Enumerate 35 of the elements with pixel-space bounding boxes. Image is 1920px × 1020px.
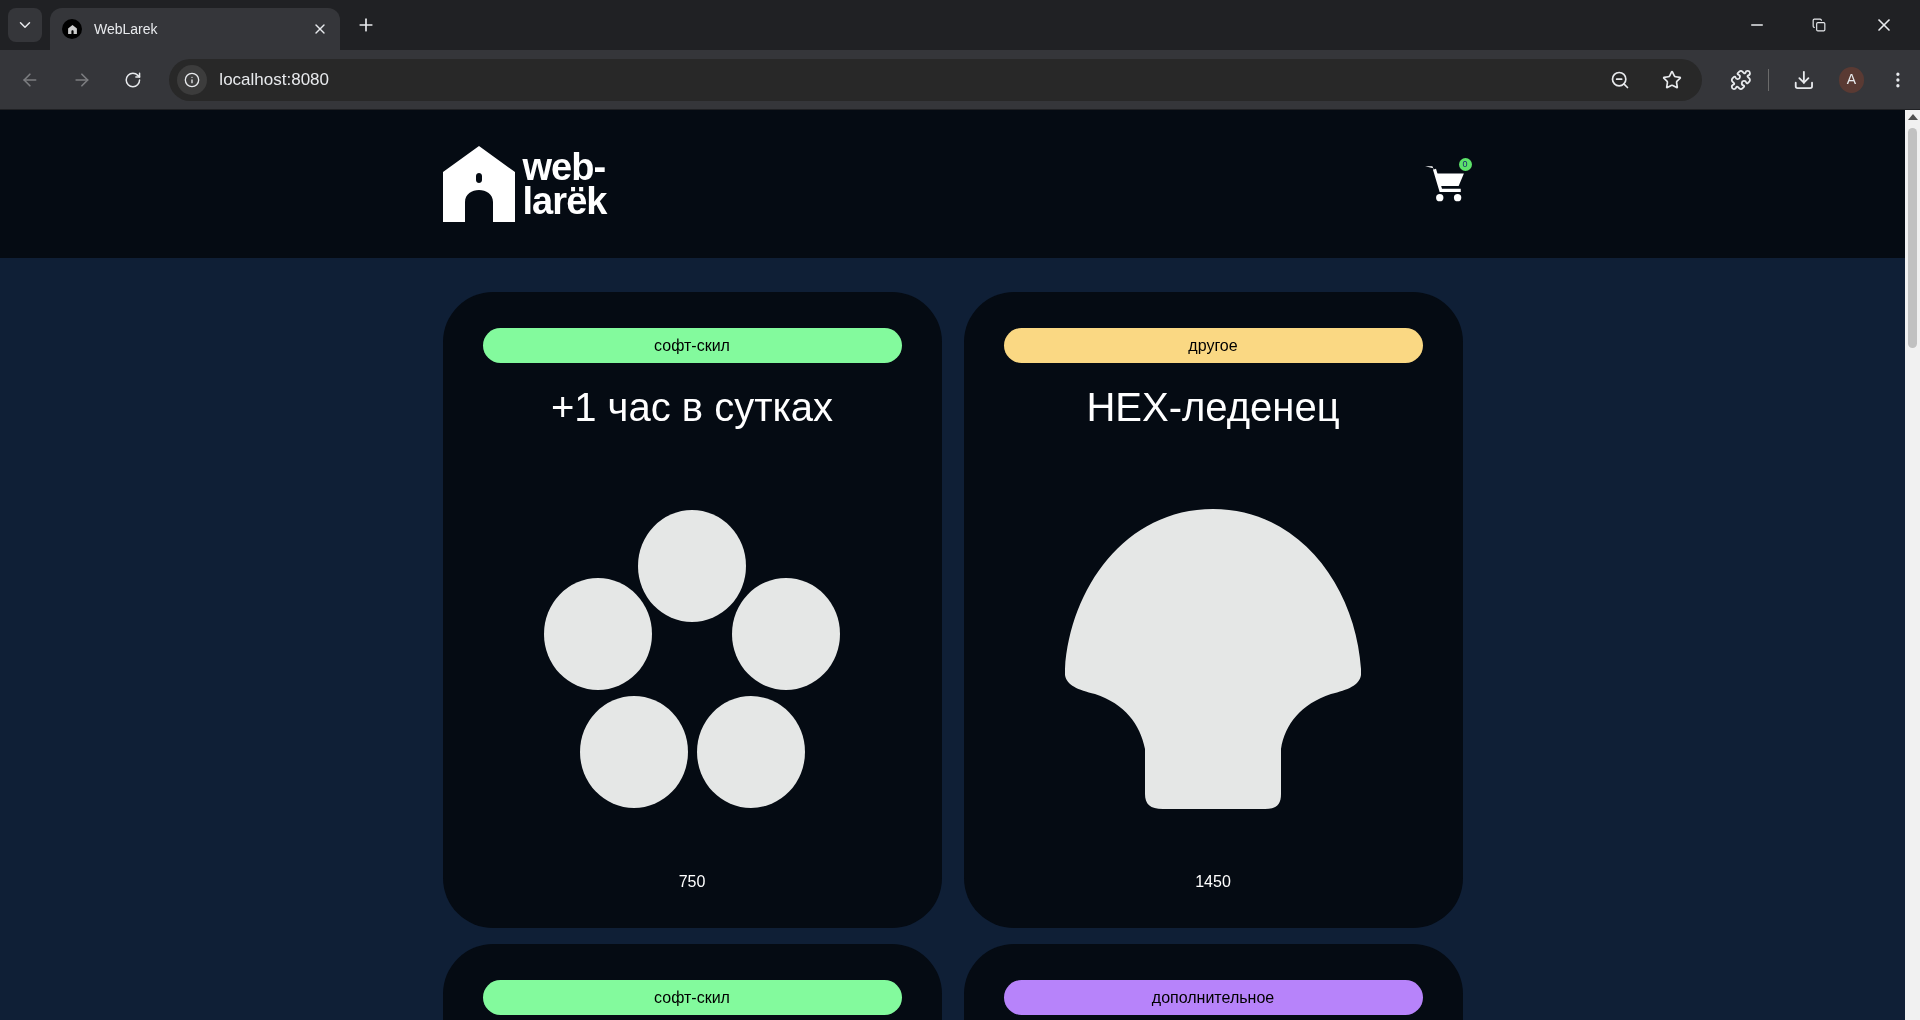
house-icon <box>62 19 82 39</box>
zoom-icon[interactable] <box>1610 69 1631 90</box>
tab-list-button[interactable] <box>8 8 42 42</box>
tab-title: WebLarek <box>94 19 159 39</box>
product-card[interactable]: софт-скил <box>442 944 942 1020</box>
cart-count-badge: 0 <box>1458 158 1472 171</box>
logo-text: web- <box>522 150 606 184</box>
product-card[interactable]: софт-скил +1 час в сутках 750 <box>442 292 942 928</box>
address-bar[interactable]: localhost:8080 <box>169 58 1703 101</box>
restore-icon[interactable] <box>1812 18 1826 32</box>
product-title: +1 час в сутках <box>550 384 834 431</box>
scrollbar-thumb[interactable] <box>1908 128 1917 348</box>
url-text: localhost:8080 <box>219 68 330 91</box>
scroll-up-arrow-icon[interactable] <box>1907 114 1918 120</box>
extensions-icon[interactable] <box>1730 68 1752 91</box>
profile-avatar[interactable]: A <box>1838 66 1865 93</box>
product-title: HEX-леденец <box>1086 384 1340 431</box>
product-card[interactable]: другое HEX-леденец 1450 <box>963 292 1463 928</box>
scrollbar[interactable] <box>1905 110 1920 1020</box>
browser-tab[interactable]: WebLarek <box>50 8 340 50</box>
product-price: 1450 <box>1195 872 1231 892</box>
category-tag: другое <box>1003 328 1423 363</box>
house-icon <box>442 146 515 222</box>
category-tag: дополнительное <box>1003 980 1423 1015</box>
logo-text: larёk <box>522 184 607 218</box>
category-tag: софт-скил <box>482 980 902 1015</box>
cart-button[interactable]: 0 <box>1416 156 1473 212</box>
info-icon[interactable] <box>177 64 208 95</box>
site-logo[interactable]: web- larёk <box>442 146 607 222</box>
product-price: 750 <box>678 872 706 892</box>
product-card[interactable]: дополнительное <box>963 944 1463 1020</box>
category-tag: софт-скил <box>482 328 902 363</box>
reload-icon[interactable] <box>123 70 142 89</box>
bookmark-star-icon[interactable] <box>1662 69 1683 90</box>
download-icon[interactable] <box>1792 68 1815 91</box>
